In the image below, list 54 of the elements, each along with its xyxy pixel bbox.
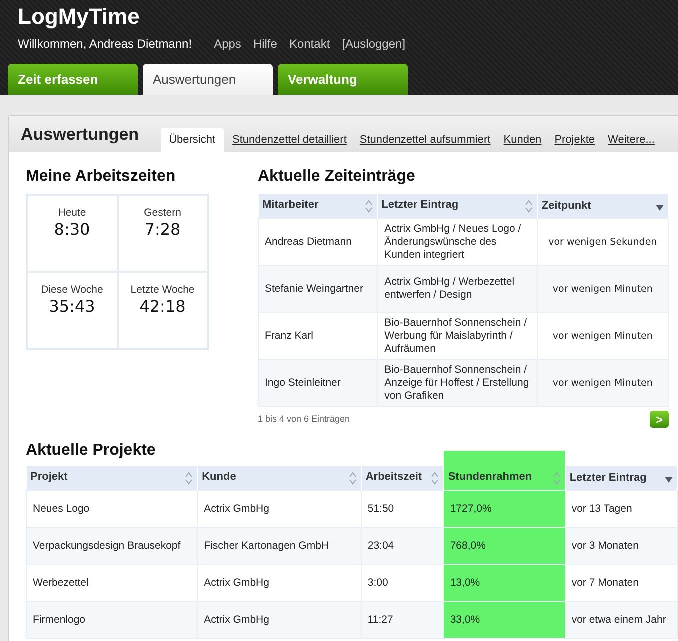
- table-cell: Stefanie Weingartner: [258, 266, 378, 312]
- table-cell: Actrix GmbHg: [198, 490, 362, 528]
- table-cell: Bio-Bauernhof Sonnenschein / Anzeige für Hoffest / Erstellung von Grafiken: [377, 360, 538, 406]
- pagination-info: 1 bis 4 von 6 Einträgen: [258, 414, 350, 424]
- column-header[interactable]: Letzter Eintrag: [565, 466, 678, 490]
- header-link[interactable]: Hilfe: [253, 37, 278, 51]
- section-title: Aktuelle Zeiteinträge: [258, 168, 416, 186]
- table-cell: 23:04: [361, 528, 444, 564]
- welcome-text: Willkommen, Andreas Dietmann!: [18, 37, 192, 51]
- header-link[interactable]: Apps: [214, 37, 242, 51]
- table-cell: Andreas Dietmann: [258, 218, 378, 266]
- time-label: Gestern: [144, 207, 182, 219]
- table-cell: vor etwa einem Jahr: [565, 602, 678, 638]
- column-header[interactable]: Projekt: [26, 466, 198, 490]
- app-logo: LogMyTime: [18, 3, 141, 31]
- sub-tab[interactable]: Projekte: [548, 128, 602, 152]
- table-cell: 33,0%: [444, 602, 566, 638]
- section-title: Aktuelle Projekte: [26, 441, 157, 460]
- column-header[interactable]: Arbeitszeit: [361, 466, 444, 490]
- time-value: 8:30: [54, 220, 90, 239]
- table-cell: 1727,0%: [444, 490, 566, 528]
- table-cell: vor 3 Monaten: [565, 528, 678, 564]
- section-title: Meine Arbeitszeiten: [26, 168, 177, 186]
- table-cell: 13,0%: [444, 564, 566, 602]
- sub-tab[interactable]: Weitere...: [601, 128, 661, 152]
- table-cell: Firmenlogo: [26, 602, 198, 638]
- table-cell: vor wenigen Minuten: [537, 266, 668, 312]
- column-header[interactable]: Letzter Eintrag: [377, 194, 538, 218]
- time-label: Diese Woche: [41, 284, 104, 296]
- time-label: Letzte Woche: [130, 284, 195, 296]
- sub-tab[interactable]: Übersicht: [161, 128, 224, 152]
- column-header[interactable]: Mitarbeiter: [258, 194, 378, 218]
- table-cell: Actrix GmbHg: [198, 602, 362, 638]
- column-header[interactable]: Kunde: [198, 466, 362, 490]
- table-cell: Actrix GmbHg / Werbezettel entwerfen / Design: [377, 266, 538, 312]
- time-value: 35:43: [49, 297, 96, 316]
- table-cell: Neues Logo: [26, 490, 198, 528]
- table-cell: Verpackungsdesign Brausekopf: [26, 528, 198, 564]
- table-cell: 768,0%: [444, 528, 566, 564]
- sub-tab[interactable]: Kunden: [496, 128, 548, 152]
- table-cell: vor wenigen Minuten: [537, 360, 668, 406]
- column-header[interactable]: Zeitpunkt: [537, 194, 668, 218]
- table-cell: 11:27: [361, 602, 444, 638]
- table-cell: Fischer Kartonagen GmbH: [198, 528, 362, 564]
- table-cell: Ingo Steinleitner: [258, 360, 378, 406]
- time-label: Heute: [58, 207, 86, 219]
- header-link[interactable]: Kontakt: [289, 37, 330, 51]
- header-link[interactable]: [Ausloggen]: [342, 37, 406, 51]
- time-value: 42:18: [140, 297, 186, 316]
- main-tab[interactable]: Auswertungen: [143, 64, 273, 95]
- panel-title: Auswertungen: [21, 125, 140, 145]
- sub-tab[interactable]: Stundenzettel detailliert: [226, 128, 353, 152]
- time-value: 7:28: [144, 220, 181, 239]
- sub-tab[interactable]: Stundenzettel aufsummiert: [352, 128, 497, 152]
